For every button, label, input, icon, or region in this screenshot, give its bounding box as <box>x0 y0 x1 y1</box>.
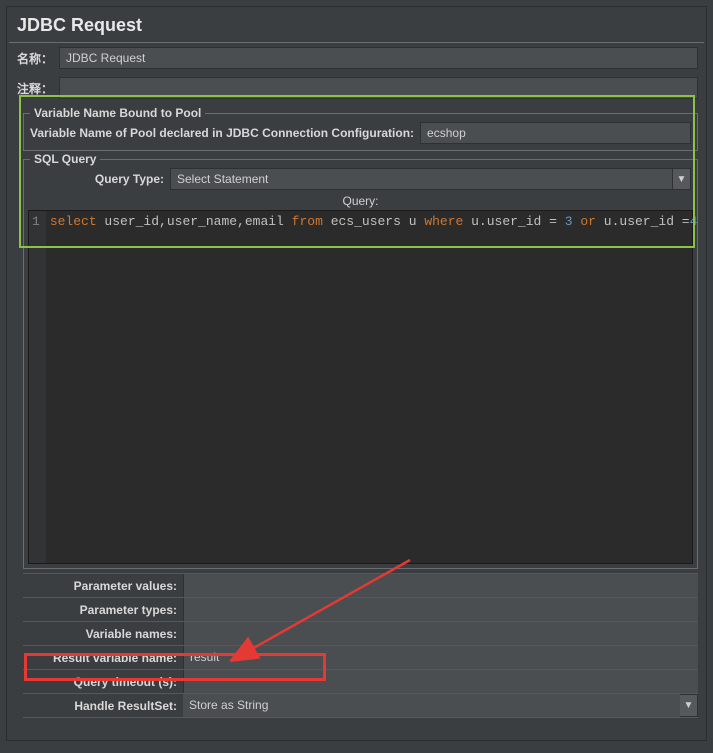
comment-input[interactable] <box>59 77 698 99</box>
param-types-row: Parameter types: <box>23 597 698 621</box>
sql-editor[interactable]: 1 select user_id,user_name,email from ec… <box>28 210 693 564</box>
variable-names-row: Variable names: <box>23 621 698 645</box>
param-values-label: Parameter values: <box>23 575 183 597</box>
variable-names-label: Variable names: <box>23 623 183 645</box>
pool-legend: Variable Name Bound to Pool <box>30 106 205 120</box>
pool-fieldset: Variable Name Bound to Pool Variable Nam… <box>23 113 698 151</box>
result-variable-row: Result variable name: result <box>23 645 698 669</box>
query-type-select[interactable]: Select Statement ▼ <box>170 168 691 190</box>
pool-var-label: Variable Name of Pool declared in JDBC C… <box>30 126 420 140</box>
param-types-label: Parameter types: <box>23 599 183 621</box>
query-type-value: Select Statement <box>170 168 673 190</box>
name-row: 名称： <box>9 43 704 73</box>
query-timeout-row: Query timeout (s): <box>23 669 698 693</box>
result-variable-label: Result variable name: <box>23 647 183 669</box>
editor-gutter: 1 <box>29 211 46 563</box>
query-timeout-label: Query timeout (s): <box>23 671 183 693</box>
chevron-down-icon: ▼ <box>673 168 691 190</box>
handle-resultset-select[interactable]: Store as String ▼ <box>183 694 698 717</box>
query-type-label: Query Type: <box>30 172 170 186</box>
handle-resultset-row: Handle ResultSet: Store as String ▼ <box>23 693 698 718</box>
handle-resultset-value: Store as String <box>183 694 680 717</box>
jdbc-request-panel: JDBC Request 名称： 注释： Variable Name Bound… <box>6 6 707 741</box>
name-input[interactable] <box>59 47 698 69</box>
comment-label: 注释： <box>15 80 59 97</box>
variable-names-input[interactable] <box>183 622 698 645</box>
sql-legend: SQL Query <box>30 152 100 166</box>
comment-row: 注释： <box>9 73 704 103</box>
query-timeout-input[interactable] <box>183 670 698 693</box>
param-values-input[interactable] <box>183 574 698 597</box>
param-types-input[interactable] <box>183 598 698 621</box>
panel-title: JDBC Request <box>9 9 704 43</box>
query-label: Query: <box>28 192 693 210</box>
param-grid: Parameter values: Parameter types: Varia… <box>23 573 698 718</box>
handle-resultset-label: Handle ResultSet: <box>23 695 183 717</box>
name-label: 名称： <box>15 50 59 67</box>
line-number: 1 <box>32 214 40 229</box>
editor-code[interactable]: select user_id,user_name,email from ecs_… <box>46 211 702 563</box>
sql-fieldset: SQL Query Query Type: Select Statement ▼… <box>23 159 698 569</box>
chevron-down-icon: ▼ <box>680 694 698 717</box>
result-variable-input[interactable]: result <box>183 646 698 669</box>
pool-var-input[interactable] <box>420 122 691 144</box>
param-values-row: Parameter values: <box>23 573 698 597</box>
